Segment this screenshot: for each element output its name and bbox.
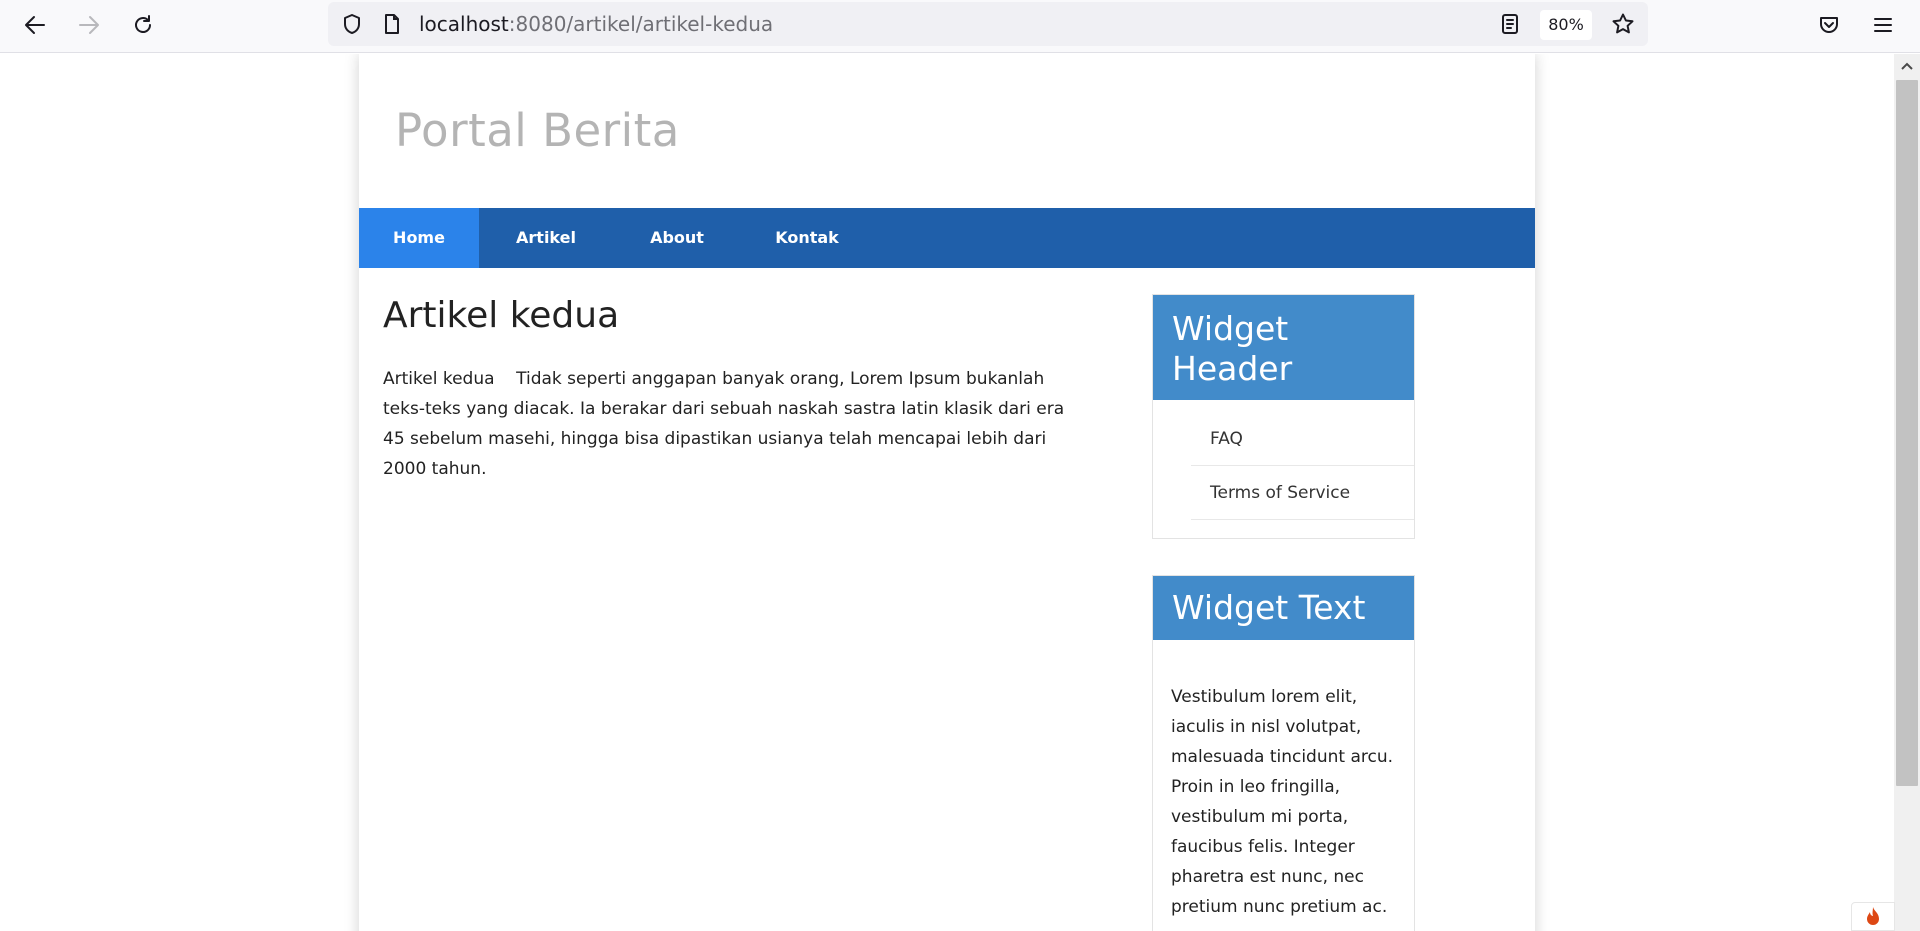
url-host: localhost (419, 12, 509, 36)
chevron-up-icon (1901, 62, 1913, 70)
scroll-thumb[interactable] (1896, 80, 1918, 786)
widget-text: Widget Text Vestibulum lorem elit, iacul… (1152, 575, 1415, 931)
pocket-button[interactable] (1810, 8, 1848, 42)
reader-view-icon[interactable] (1498, 12, 1522, 36)
article-content: Artikel kedua Artikel kedua Tidak sepert… (383, 294, 1103, 484)
article-title: Artikel kedua (383, 295, 620, 336)
widget-text-title: Widget Text (1153, 576, 1414, 640)
hamburger-menu-icon (1874, 18, 1892, 32)
widget-text-body: Vestibulum lorem elit, iaculis in nisl v… (1171, 687, 1394, 917)
url-text[interactable]: localhost:8080/artikel/artikel-kedua (419, 12, 773, 36)
menu-button[interactable] (1864, 8, 1902, 42)
back-button[interactable] (16, 8, 54, 42)
list-item: Terms of Service (1191, 466, 1414, 520)
faq-link[interactable]: FAQ (1210, 429, 1243, 449)
reload-icon (135, 15, 151, 33)
arrow-left-icon (25, 16, 45, 34)
browser-toolbar: localhost:8080/artikel/artikel-kedua 80% (0, 0, 1920, 53)
address-bar[interactable]: localhost:8080/artikel/artikel-kedua 80% (328, 2, 1648, 46)
widget-header-title: Widget Header (1153, 295, 1414, 400)
nav-item-home[interactable]: Home (359, 208, 479, 268)
arrow-right-icon (79, 16, 99, 34)
site-title: Portal Berita (395, 104, 680, 157)
forward-button[interactable] (70, 8, 108, 42)
scroll-up-button[interactable] (1894, 54, 1920, 78)
nav-item-kontak[interactable]: Kontak (741, 208, 873, 268)
pocket-icon (1820, 17, 1838, 33)
url-path: :8080/artikel/artikel-kedua (508, 12, 774, 36)
main-nav: Home Artikel About Kontak (359, 208, 1535, 268)
shield-icon[interactable] (340, 12, 364, 36)
list-item: FAQ (1191, 412, 1414, 466)
flame-icon (1867, 906, 1879, 925)
article-body: Artikel kedua Tidak seperti anggapan ban… (383, 369, 1070, 479)
reload-button[interactable] (124, 8, 162, 42)
widget-header: Widget Header FAQ Terms of Service (1152, 294, 1415, 539)
page-icon[interactable] (380, 12, 404, 36)
nav-item-about[interactable]: About (613, 208, 741, 268)
page-container: Portal Berita Home Artikel About Kontak … (359, 54, 1535, 931)
site-header: Portal Berita (359, 54, 1535, 208)
page-viewport: Portal Berita Home Artikel About Kontak … (0, 54, 1894, 931)
zoom-level-button[interactable]: 80% (1540, 10, 1592, 40)
vertical-scrollbar[interactable] (1894, 54, 1920, 931)
widget-link-list: FAQ Terms of Service (1153, 400, 1414, 538)
nav-item-artikel[interactable]: Artikel (479, 208, 613, 268)
bookmark-star-icon[interactable] (1611, 12, 1635, 36)
terms-of-service-link[interactable]: Terms of Service (1210, 483, 1350, 503)
debug-toolbar-toggle[interactable] (1851, 902, 1895, 931)
